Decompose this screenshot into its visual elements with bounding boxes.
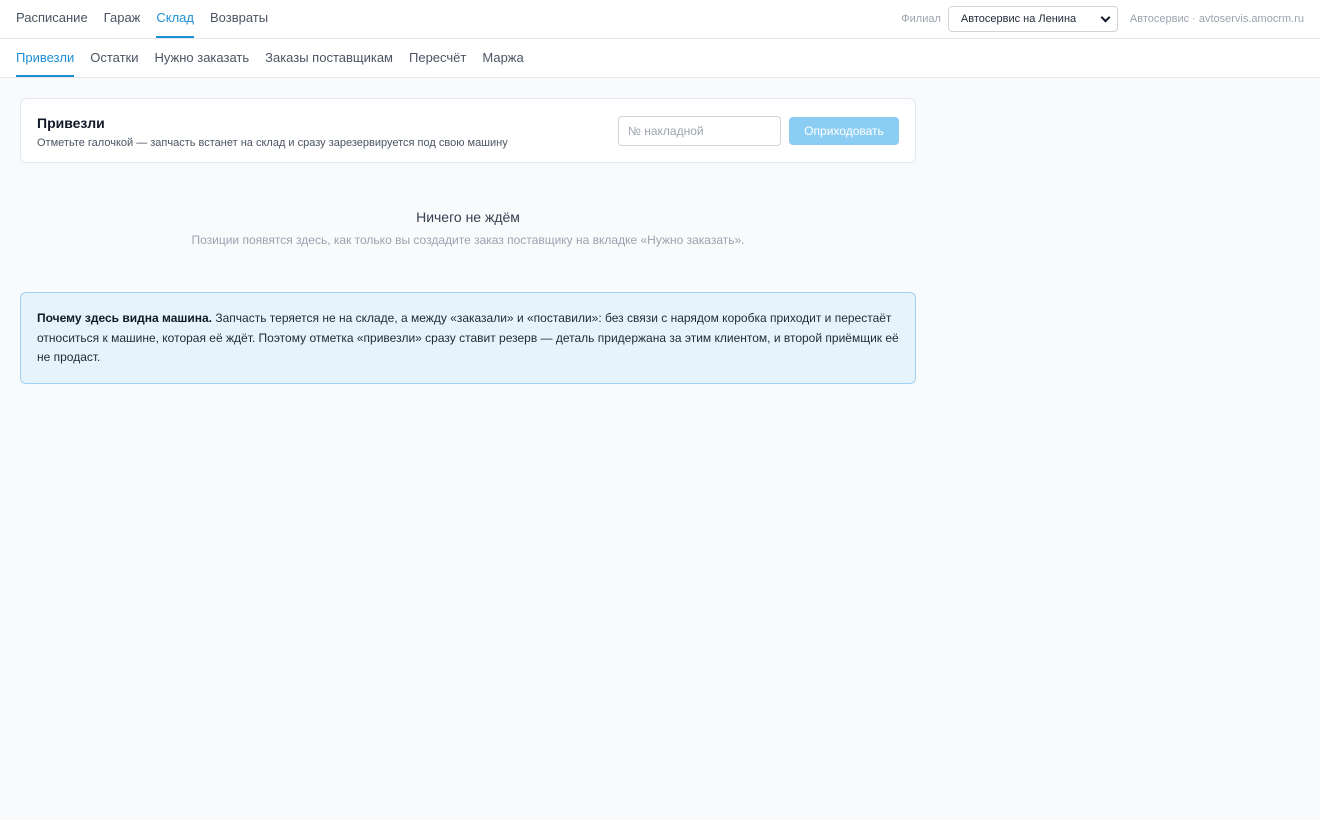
tab-need-order[interactable]: Нужно заказать	[154, 39, 249, 77]
receive-card-subtitle: Отметьте галочкой — запчасть встанет на …	[37, 136, 508, 149]
receive-card-actions: Оприходовать	[618, 115, 899, 146]
receive-button[interactable]: Оприходовать	[789, 116, 899, 145]
branch-select-value: Автосервис на Ленина	[960, 13, 1077, 25]
top-bar: Расписание Гараж Склад Возвраты Филиал А…	[0, 0, 1320, 39]
branch-select[interactable]: Автосервис на Ленина	[947, 6, 1118, 32]
tab-stock[interactable]: Остатки	[90, 39, 138, 77]
nav-item-garage[interactable]: Гараж	[104, 0, 141, 38]
account-label: Автосервис · avtoservis.amocrm.ru	[1129, 13, 1304, 25]
tab-supplier-orders[interactable]: Заказы поставщикам	[265, 39, 393, 77]
empty-state-title: Ничего не ждём	[416, 209, 520, 225]
empty-state: Ничего не ждём Позиции появятся здесь, к…	[20, 163, 916, 292]
receive-card: Привезли Отметьте галочкой — запчасть вс…	[20, 98, 916, 163]
tab-margin[interactable]: Маржа	[482, 39, 523, 77]
empty-state-subtitle: Позиции появятся здесь, как только вы со…	[191, 233, 745, 247]
invoice-number-input[interactable]	[618, 115, 781, 146]
receive-card-text: Привезли Отметьте галочкой — запчасть вс…	[37, 113, 508, 149]
info-notice-lead: Почему здесь видна машина.	[37, 311, 213, 325]
top-right-controls: Филиал Автосервис на Ленина Автосервис ·…	[901, 0, 1304, 38]
tab-arrived[interactable]: Привезли	[16, 39, 75, 77]
info-notice: Почему здесь видна машина. Запчасть теря…	[20, 292, 916, 384]
warehouse-tabs: Привезли Остатки Нужно заказать Заказы п…	[0, 39, 1320, 78]
nav-item-schedule[interactable]: Расписание	[16, 0, 88, 38]
nav-item-warehouse[interactable]: Склад	[156, 0, 194, 38]
branch-label: Филиал	[901, 13, 941, 25]
main-nav: Расписание Гараж Склад Возвраты	[16, 0, 268, 38]
nav-item-returns[interactable]: Возвраты	[210, 0, 268, 38]
main-content: Привезли Отметьте галочкой — запчасть вс…	[20, 78, 916, 384]
tab-recount[interactable]: Пересчёт	[409, 39, 466, 77]
chevron-down-icon	[1100, 12, 1111, 22]
receive-card-title: Привезли	[37, 114, 105, 131]
